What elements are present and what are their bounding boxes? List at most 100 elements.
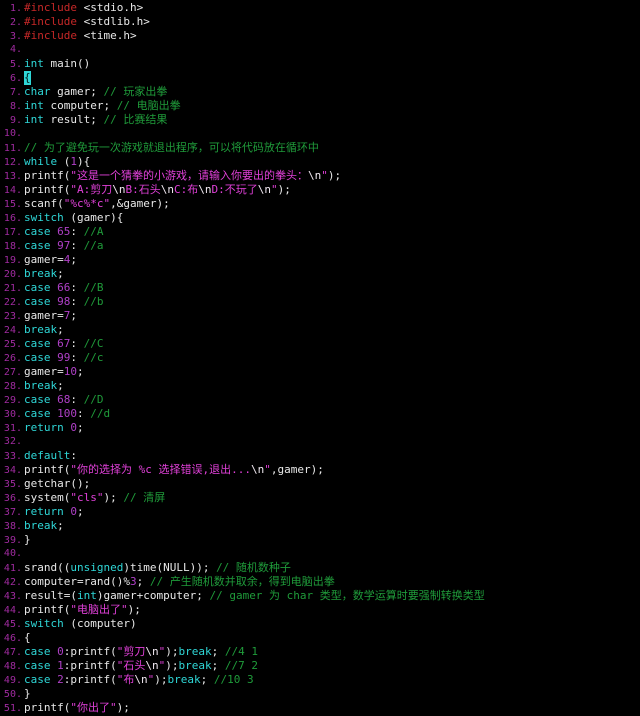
code-line[interactable]: 37. return 0; (0, 505, 640, 519)
code-line[interactable]: 42. computer=rand()%3; // 产生随机数并取余，得到电脑出拳 (0, 575, 640, 589)
code-line[interactable]: 19. gamer=4; (0, 253, 640, 267)
line-content[interactable]: switch (gamer){ (24, 211, 640, 225)
code-line[interactable]: 41. srand((unsigned)time(NULL)); // 随机数种子 (0, 561, 640, 575)
line-content[interactable]: case 68: //D (24, 393, 640, 407)
code-line[interactable]: 25. case 67: //C (0, 337, 640, 351)
code-line[interactable]: 21. case 66: //B (0, 281, 640, 295)
code-line[interactable]: 47. case 0:printf("剪刀\n");break; //4 1 (0, 645, 640, 659)
code-line[interactable]: 14. printf("A:剪刀\nB:石头\nC:布\nD:不玩了\n"); (0, 183, 640, 197)
code-line[interactable]: 32. (0, 435, 640, 449)
line-content[interactable]: case 67: //C (24, 337, 640, 351)
line-content[interactable]: case 100: //d (24, 407, 640, 421)
code-line[interactable]: 9. int result; // 比赛结果 (0, 113, 640, 127)
line-content[interactable]: printf("A:剪刀\nB:石头\nC:布\nD:不玩了\n"); (24, 183, 640, 197)
code-line[interactable]: 48. case 1:printf("石头\n");break; //7 2 (0, 659, 640, 673)
line-content[interactable]: char gamer; // 玩家出拳 (24, 85, 640, 99)
code-line[interactable]: 51. printf("你出了"); (0, 701, 640, 715)
code-line[interactable]: 2. #include <stdlib.h> (0, 15, 640, 29)
line-content[interactable]: gamer=10; (24, 365, 640, 379)
line-content[interactable]: } (24, 533, 640, 547)
code-line[interactable]: 20. break; (0, 267, 640, 281)
code-line[interactable]: 15. scanf("%c%*c",&gamer); (0, 197, 640, 211)
code-line[interactable]: 44. printf("电脑出了"); (0, 603, 640, 617)
code-line[interactable]: 1. #include <stdio.h> (0, 1, 640, 15)
line-content[interactable]: break; (24, 519, 640, 533)
code-line[interactable]: 8. int computer; // 电脑出拳 (0, 99, 640, 113)
code-line[interactable]: 35. getchar(); (0, 477, 640, 491)
line-content[interactable]: int main() (24, 57, 640, 71)
code-line[interactable]: 5. int main() (0, 57, 640, 71)
code-line[interactable]: 6.{ (0, 71, 640, 85)
code-line[interactable]: 39.} (0, 533, 640, 547)
line-content[interactable]: } (24, 687, 640, 701)
code-line[interactable]: 10. (0, 127, 640, 141)
code-line[interactable]: 30. case 100: //d (0, 407, 640, 421)
line-content[interactable]: case 97: //a (24, 239, 640, 253)
line-content[interactable]: { (24, 631, 640, 645)
line-content[interactable]: printf("电脑出了"); (24, 603, 640, 617)
line-content[interactable]: #include <stdio.h> (24, 1, 640, 15)
code-line[interactable]: 36. system("cls"); // 清屏 (0, 491, 640, 505)
line-content[interactable]: result=(int)gamer+computer; // gamer 为 c… (24, 589, 640, 603)
code-line[interactable]: 23. gamer=7; (0, 309, 640, 323)
line-content[interactable]: case 98: //b (24, 295, 640, 309)
line-content[interactable]: case 0:printf("剪刀\n");break; //4 1 (24, 645, 640, 659)
code-line[interactable]: 16. switch (gamer){ (0, 211, 640, 225)
line-content[interactable]: case 2:printf("布\n");break; //10 3 (24, 673, 640, 687)
code-lines[interactable]: 1. #include <stdio.h> 2. #include <stdlib.h… (0, 1, 640, 715)
line-content[interactable]: break; (24, 267, 640, 281)
line-content[interactable]: int result; // 比赛结果 (24, 113, 640, 127)
code-line[interactable]: 38. break; (0, 519, 640, 533)
line-content[interactable]: scanf("%c%*c",&gamer); (24, 197, 640, 211)
code-line[interactable]: 26. case 99: //c (0, 351, 640, 365)
code-line[interactable]: 17. case 65: //A (0, 225, 640, 239)
line-content[interactable]: #include <stdlib.h> (24, 15, 640, 29)
line-content[interactable]: break; (24, 379, 640, 393)
line-content[interactable]: printf("你的选择为 %c 选择错误,退出...\n",gamer); (24, 463, 640, 477)
line-content[interactable]: getchar(); (24, 477, 640, 491)
code-line[interactable]: 4. (0, 43, 640, 57)
code-line[interactable]: 13. printf("这是一个猜拳的小游戏，请输入你要出的拳头：\n"); (0, 169, 640, 183)
code-line[interactable]: 50.} (0, 687, 640, 701)
code-line[interactable]: 43. result=(int)gamer+computer; // gamer … (0, 589, 640, 603)
code-line[interactable]: 11.// 为了避免玩一次游戏就退出程序，可以将代码放在循环中 (0, 141, 640, 155)
line-content[interactable]: while (1){ (24, 155, 640, 169)
code-line[interactable]: 3. #include <time.h> (0, 29, 640, 43)
code-line[interactable]: 29. case 68: //D (0, 393, 640, 407)
line-content[interactable]: return 0; (24, 505, 640, 519)
line-content[interactable]: #include <time.h> (24, 29, 640, 43)
line-content[interactable]: default: (24, 449, 640, 463)
line-content[interactable]: // 为了避免玩一次游戏就退出程序，可以将代码放在循环中 (24, 141, 640, 155)
code-line[interactable]: 49. case 2:printf("布\n");break; //10 3 (0, 673, 640, 687)
code-line[interactable]: 34. printf("你的选择为 %c 选择错误,退出...\n",gamer)… (0, 463, 640, 477)
line-content[interactable]: case 99: //c (24, 351, 640, 365)
line-content[interactable]: gamer=4; (24, 253, 640, 267)
code-line[interactable]: 22. case 98: //b (0, 295, 640, 309)
line-content[interactable]: int computer; // 电脑出拳 (24, 99, 640, 113)
code-line[interactable]: 46.{ (0, 631, 640, 645)
line-content[interactable]: case 65: //A (24, 225, 640, 239)
line-content[interactable]: printf("你出了"); (24, 701, 640, 715)
line-content[interactable]: break; (24, 323, 640, 337)
line-content[interactable]: computer=rand()%3; // 产生随机数并取余，得到电脑出拳 (24, 575, 640, 589)
code-editor[interactable]: 1. #include <stdio.h> 2. #include <stdlib.h… (0, 0, 640, 715)
line-content[interactable]: system("cls"); // 清屏 (24, 491, 640, 505)
code-line[interactable]: 12. while (1){ (0, 155, 640, 169)
line-content[interactable]: switch (computer) (24, 617, 640, 631)
line-content[interactable]: return 0; (24, 421, 640, 435)
line-content[interactable]: printf("这是一个猜拳的小游戏，请输入你要出的拳头：\n"); (24, 169, 640, 183)
code-line[interactable]: 27. gamer=10; (0, 365, 640, 379)
line-content[interactable]: gamer=7; (24, 309, 640, 323)
code-line[interactable]: 7. char gamer; // 玩家出拳 (0, 85, 640, 99)
code-line[interactable]: 31. return 0; (0, 421, 640, 435)
code-line[interactable]: 40. (0, 547, 640, 561)
line-content[interactable]: { (24, 71, 640, 85)
code-line[interactable]: 18. case 97: //a (0, 239, 640, 253)
code-line[interactable]: 28. break; (0, 379, 640, 393)
line-content[interactable]: case 66: //B (24, 281, 640, 295)
line-content[interactable]: case 1:printf("石头\n");break; //7 2 (24, 659, 640, 673)
code-line[interactable]: 24. break; (0, 323, 640, 337)
code-line[interactable]: 45. switch (computer) (0, 617, 640, 631)
line-content[interactable]: srand((unsigned)time(NULL)); // 随机数种子 (24, 561, 640, 575)
code-line[interactable]: 33. default: (0, 449, 640, 463)
